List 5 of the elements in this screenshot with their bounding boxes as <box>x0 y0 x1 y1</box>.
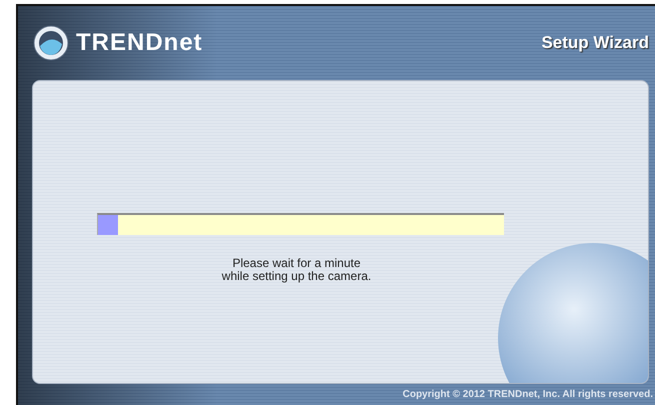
copyright-text: Copyright © 2012 TRENDnet, Inc. All rights reserved. <box>402 389 653 400</box>
status-message: Please wait for a minute while setting up the camera. <box>222 257 372 283</box>
page-title: Setup Wizard <box>541 33 649 53</box>
logo-icon <box>32 24 70 62</box>
logo-text: TRENDnet <box>76 29 203 57</box>
